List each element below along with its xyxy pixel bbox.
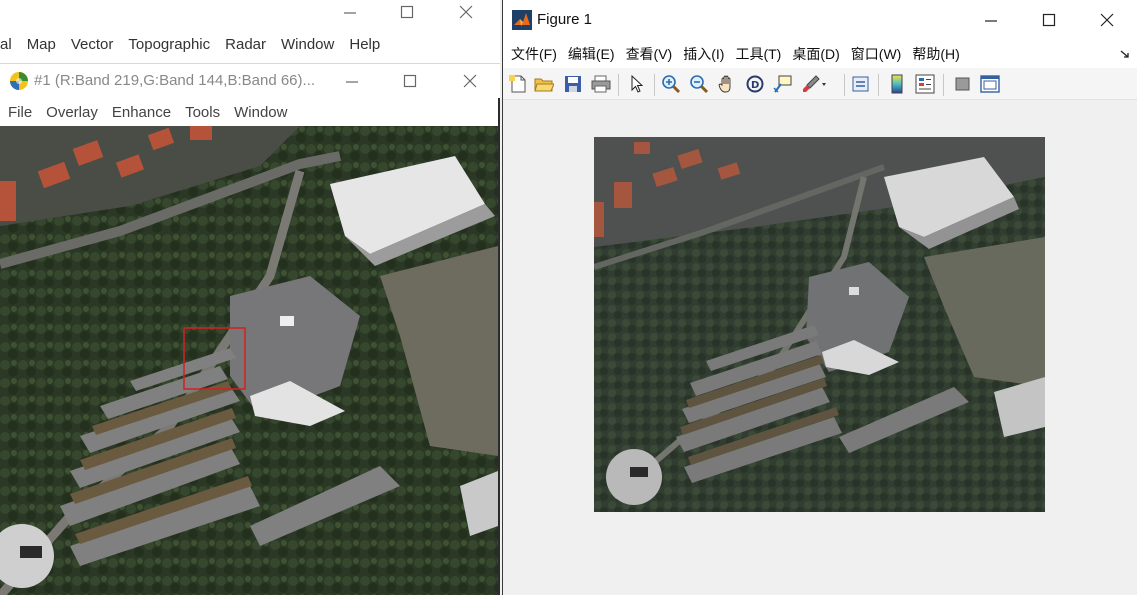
aerial-image-rgb [594, 137, 1045, 512]
menu-item-window[interactable]: Window [281, 36, 334, 53]
toolbar-separator [878, 74, 879, 96]
figure-axes-image[interactable] [594, 137, 1045, 512]
new-figure-button[interactable] [508, 74, 528, 94]
image-maximize-button[interactable] [402, 73, 418, 89]
svg-text:D: D [751, 80, 759, 91]
legend-icon [915, 74, 935, 94]
insert-legend-button[interactable] [915, 74, 935, 94]
matlab-figure-window: Figure 1 文件(F) 编辑(E) 查看(V) 插入(I) 工具(T) 桌… [502, 0, 1137, 595]
figure-menubar: 文件(F) 编辑(E) 查看(V) 插入(I) 工具(T) 桌面(D) 窗口(W… [503, 40, 1137, 68]
menu-item-overlay[interactable]: Overlay [46, 104, 98, 121]
print-button[interactable] [591, 74, 611, 94]
zoom-in-button[interactable] [661, 74, 681, 94]
matlab-logo-icon [512, 10, 532, 30]
menu-item-edit-cn[interactable]: 编辑(E) [568, 44, 615, 64]
figure-title: Figure 1 [537, 11, 593, 28]
menu-item-help[interactable]: Help [349, 36, 380, 53]
data-cursor-button[interactable] [773, 74, 793, 94]
image-window-title: #1 (R:Band 219,G:Band 144,B:Band 66)... [34, 72, 316, 89]
close-icon [459, 5, 473, 19]
minimize-icon [344, 12, 356, 14]
menu-item-desktop-cn[interactable]: 桌面(D) [792, 44, 839, 64]
maximize-icon [1042, 13, 1056, 27]
pointer-icon [631, 75, 644, 93]
rotate-3d-button[interactable]: D [745, 74, 765, 94]
menu-item-map[interactable]: Map [27, 36, 56, 53]
menu-item-topographic[interactable]: Topographic [128, 36, 210, 53]
open-file-button[interactable] [534, 74, 554, 94]
zoom-in-icon [662, 75, 681, 94]
image-minimize-button[interactable] [344, 73, 360, 89]
show-plot-tools-icon [980, 75, 1000, 93]
envi-menubar: al Map Vector Topographic Radar Window H… [0, 32, 395, 56]
menu-item-enhance[interactable]: Enhance [112, 104, 171, 121]
menu-item-insert-cn[interactable]: 插入(I) [683, 44, 724, 64]
close-icon [463, 74, 477, 88]
figure-titlebar: Figure 1 [503, 0, 1137, 40]
new-icon [509, 75, 526, 93]
data-cursor-icon [773, 75, 792, 93]
link-plot-button[interactable] [851, 74, 871, 94]
brush-icon [803, 75, 826, 92]
menu-item-tools[interactable]: Tools [185, 104, 220, 121]
show-plot-tools-button[interactable] [980, 74, 1000, 94]
zoom-out-button[interactable] [689, 74, 709, 94]
menu-item-file[interactable]: File [8, 104, 32, 121]
insert-colorbar-button[interactable] [887, 74, 907, 94]
menu-item-view-cn[interactable]: 查看(V) [626, 44, 673, 64]
minimize-icon [985, 20, 997, 22]
toolbar-separator [844, 74, 845, 96]
menu-item-image-window[interactable]: Window [234, 104, 287, 121]
edit-plot-button[interactable] [627, 74, 647, 94]
toolbar-separator [618, 74, 619, 96]
figure-close-button[interactable] [1099, 12, 1115, 28]
zoom-out-icon [690, 75, 709, 94]
maximize-button[interactable] [399, 4, 415, 20]
menu-item-help-cn[interactable]: 帮助(H) [912, 44, 959, 64]
toolbar-separator [654, 74, 655, 96]
save-button[interactable] [563, 74, 583, 94]
close-button[interactable] [458, 4, 474, 20]
envi-image-canvas[interactable] [0, 126, 498, 595]
rotate-icon: D [746, 75, 764, 93]
close-icon [1100, 13, 1114, 27]
save-icon [565, 76, 581, 92]
open-icon [534, 78, 554, 92]
toolbar-separator [943, 74, 944, 96]
hide-plot-tools-icon [955, 77, 970, 91]
menu-item-file-cn[interactable]: 文件(F) [511, 44, 557, 64]
aerial-image [0, 126, 498, 595]
maximize-icon [403, 74, 417, 88]
menu-item-tools-cn[interactable]: 工具(T) [735, 44, 781, 64]
image-menubar: File Overlay Enhance Tools Window [0, 100, 293, 124]
minimize-button[interactable] [342, 4, 358, 20]
brush-button[interactable] [801, 74, 827, 94]
envi-logo-icon [10, 72, 28, 90]
menu-item-radar[interactable]: Radar [225, 36, 266, 53]
image-close-button[interactable] [462, 73, 478, 89]
envi-image-window: #1 (R:Band 219,G:Band 144,B:Band 66)... … [0, 64, 500, 595]
minimize-icon [346, 81, 358, 83]
link-icon [852, 76, 869, 92]
print-icon [591, 75, 611, 93]
pan-icon [718, 75, 731, 93]
envi-main-window: al Map Vector Topographic Radar Window H… [0, 0, 500, 64]
pan-button[interactable] [717, 74, 737, 94]
figure-toolbar: D [503, 68, 1137, 100]
menu-item-al[interactable]: al [0, 36, 12, 53]
menu-item-vector[interactable]: Vector [71, 36, 114, 53]
dock-arrow-icon[interactable] [1119, 48, 1131, 60]
menu-item-window-cn[interactable]: 窗口(W) [851, 44, 902, 64]
figure-minimize-button[interactable] [983, 12, 999, 28]
figure-maximize-button[interactable] [1041, 12, 1057, 28]
image-window-titlebar: #1 (R:Band 219,G:Band 144,B:Band 66)... [0, 64, 500, 98]
colorbar-icon [891, 74, 903, 94]
maximize-icon [400, 5, 414, 19]
hide-plot-tools-button[interactable] [953, 74, 973, 94]
